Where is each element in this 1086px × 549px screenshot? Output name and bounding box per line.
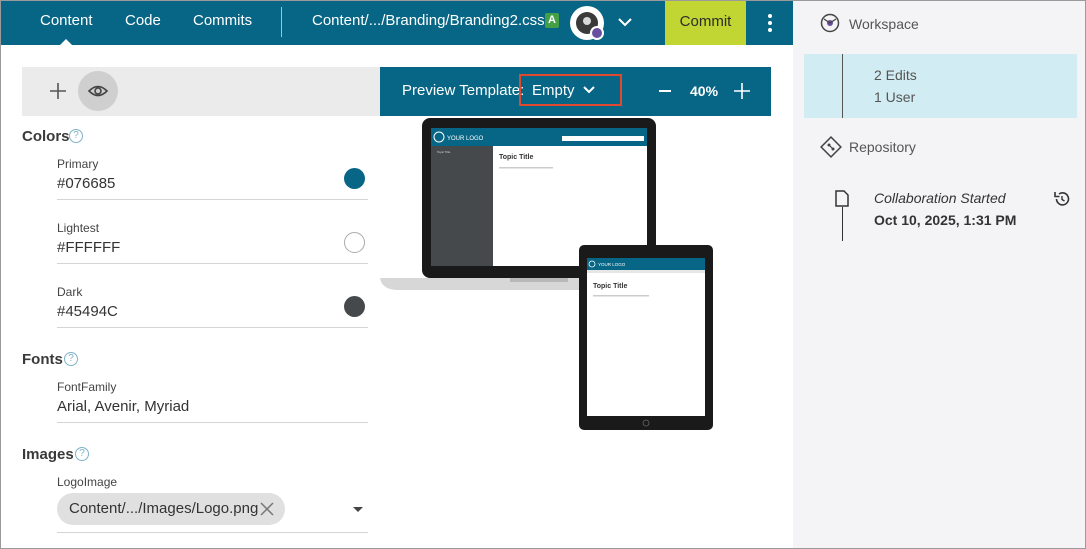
template-select[interactable]: Empty bbox=[519, 74, 622, 106]
primary-swatch[interactable] bbox=[344, 168, 365, 189]
tablet-mockup: YOUR LOGO Topic Title bbox=[579, 245, 713, 430]
fontfamily-label: FontFamily bbox=[57, 380, 117, 394]
images-heading: Images bbox=[22, 446, 74, 463]
help-icon[interactable]: ? bbox=[64, 352, 78, 366]
zoom-out-icon[interactable] bbox=[656, 81, 674, 101]
add-icon[interactable] bbox=[46, 79, 70, 103]
presence-dot bbox=[590, 26, 604, 40]
help-icon[interactable]: ? bbox=[69, 129, 83, 143]
primary-color-field[interactable]: #076685 bbox=[57, 175, 115, 192]
event-title: Collaboration Started bbox=[874, 190, 1006, 206]
status-badge: A bbox=[545, 13, 559, 28]
template-select-value: Empty bbox=[532, 82, 575, 99]
chevron-down-icon[interactable] bbox=[616, 13, 634, 31]
field-underline bbox=[57, 263, 368, 264]
laptop-nav-item: Topic Title bbox=[437, 150, 451, 154]
eye-icon bbox=[87, 85, 109, 97]
tab-commits[interactable]: Commits bbox=[193, 0, 252, 45]
field-underline bbox=[57, 199, 368, 200]
device-preview: YOUR LOGO Topic Title Topic Title YOUR L… bbox=[380, 118, 713, 430]
lightest-swatch[interactable] bbox=[344, 232, 365, 253]
field-underline bbox=[57, 532, 368, 533]
tablet-logo-text: YOUR LOGO bbox=[598, 262, 626, 267]
repository-icon bbox=[820, 136, 842, 158]
tab-code[interactable]: Code bbox=[125, 0, 161, 45]
event-date: Oct 10, 2025, 1:31 PM bbox=[874, 212, 1017, 228]
field-underline bbox=[57, 327, 368, 328]
workspace-title[interactable]: Workspace bbox=[849, 16, 919, 32]
logo-image-path: Content/.../Images/Logo.png bbox=[69, 500, 259, 517]
fonts-heading: Fonts bbox=[22, 351, 63, 368]
fontfamily-field[interactable]: Arial, Avenir, Myriad bbox=[57, 398, 189, 415]
restore-icon[interactable] bbox=[1052, 189, 1072, 209]
dark-label: Dark bbox=[57, 285, 83, 299]
primary-label: Primary bbox=[57, 157, 99, 171]
workspace-icon bbox=[820, 13, 840, 33]
colors-heading: Colors bbox=[22, 128, 70, 145]
edits-count: 2 Edits bbox=[874, 67, 917, 83]
lightest-color-field[interactable]: #FFFFFF bbox=[57, 239, 120, 256]
laptop-logo-text: YOUR LOGO bbox=[447, 136, 484, 142]
top-bar: Content Code Commits Content/.../Brandin… bbox=[0, 0, 793, 45]
repository-title[interactable]: Repository bbox=[849, 139, 916, 155]
logoimage-label: LogoImage bbox=[57, 475, 118, 489]
divider bbox=[281, 7, 282, 37]
logo-image-chip[interactable]: Content/.../Images/Logo.png bbox=[57, 493, 285, 525]
tab-content[interactable]: Content bbox=[40, 0, 93, 45]
tablet-topic-title: Topic Title bbox=[593, 283, 627, 290]
zoom-level: 40% bbox=[690, 83, 719, 99]
help-icon[interactable]: ? bbox=[75, 447, 89, 461]
chevron-down-icon bbox=[583, 86, 595, 94]
commit-button[interactable]: Commit bbox=[665, 0, 746, 45]
timeline-line bbox=[842, 54, 843, 118]
users-count: 1 User bbox=[874, 89, 916, 105]
timeline-line bbox=[842, 207, 843, 241]
preview-toolbar: Preview Template: Empty 40% bbox=[380, 67, 771, 116]
workspace-summary[interactable]: 2 Edits 1 User bbox=[804, 54, 1077, 118]
dark-color-field[interactable]: #45494C bbox=[57, 303, 118, 320]
laptop-topic-title: Topic Title bbox=[499, 154, 533, 161]
avatar[interactable] bbox=[570, 6, 604, 40]
dropdown-arrow-icon[interactable] bbox=[353, 507, 363, 512]
zoom-in-icon[interactable] bbox=[732, 81, 752, 101]
more-options-icon[interactable] bbox=[760, 12, 780, 34]
lightest-label: Lightest bbox=[57, 221, 100, 235]
activity-panel: Workspace 2 Edits 1 User Repository Coll… bbox=[793, 0, 1086, 549]
preview-toggle-button[interactable] bbox=[78, 71, 118, 111]
editor-toolbar bbox=[22, 67, 380, 116]
dark-swatch[interactable] bbox=[344, 296, 365, 317]
file-path: Content/.../Branding/Branding2.css bbox=[312, 12, 545, 29]
close-icon[interactable] bbox=[259, 501, 275, 517]
field-underline bbox=[57, 422, 368, 423]
file-icon bbox=[835, 190, 849, 207]
preview-template-label: Preview Template: bbox=[402, 82, 525, 99]
